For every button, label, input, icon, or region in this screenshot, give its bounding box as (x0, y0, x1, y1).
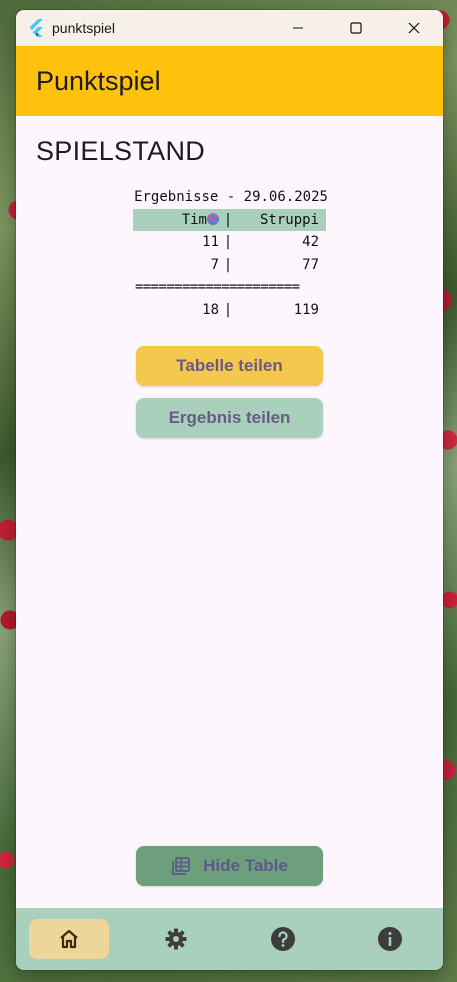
share-table-button[interactable]: Tabelle teilen (136, 346, 323, 386)
table-row: 7 | 77 (133, 254, 336, 277)
maximize-icon (350, 22, 362, 34)
results-date: Ergebnisse - 29.06.2025 (134, 189, 328, 205)
nav-info[interactable] (350, 919, 430, 959)
score-player-1: 7 (210, 256, 219, 273)
score-player-2: 77 (302, 256, 319, 273)
total-separator: ===================== (135, 279, 300, 295)
column-divider: | (223, 301, 233, 318)
main-content: SPIELSTAND Ergebnisse - 29.06.2025 Tim | S… (16, 116, 443, 908)
nav-help[interactable] (243, 919, 323, 959)
column-divider: | (223, 256, 233, 273)
score-player-1: 11 (202, 234, 219, 250)
player-1-name: Tim (181, 211, 207, 228)
nav-settings[interactable] (136, 919, 216, 959)
app-window: punktspiel Punktspiel SPIELSTAND Ergebni… (16, 10, 443, 970)
flutter-logo-icon (29, 19, 43, 37)
share-result-button[interactable]: Ergebnis teilen (136, 398, 323, 438)
total-player-2: 119 (293, 301, 319, 318)
confetti-emoji-icon (207, 212, 219, 225)
minimize-button[interactable] (269, 10, 327, 46)
title-bar: punktspiel (16, 10, 443, 46)
maximize-button[interactable] (327, 10, 385, 46)
page-title: SPIELSTAND (36, 136, 206, 166)
score-table: Ergebnisse - 29.06.2025 Tim | Struppi 11 | 4… (126, 186, 336, 321)
header-player-1: Tim (133, 209, 219, 232)
total-player-1: 18 (202, 301, 219, 318)
totals-row: 18 | 119 (133, 299, 336, 322)
home-icon (60, 929, 79, 949)
app-title: Punktspiel (36, 65, 161, 96)
gear-icon (165, 928, 187, 950)
hide-table-button[interactable]: Hide Table (136, 846, 323, 886)
column-divider: | (223, 211, 233, 228)
hide-table-label: Hide Table (203, 856, 288, 875)
app-bar: Punktspiel (16, 46, 443, 116)
table-header: Tim | Struppi (133, 208, 326, 232)
table-icon (171, 856, 191, 876)
window-controls (269, 10, 443, 46)
column-divider: | (223, 234, 233, 250)
close-button[interactable] (385, 10, 443, 46)
header-player-2: Struppi (259, 211, 319, 228)
nav-home[interactable] (29, 919, 110, 959)
table-row: 11 | 42 (133, 231, 336, 254)
score-player-2: 42 (302, 234, 319, 250)
minimize-icon (293, 27, 303, 29)
info-icon (377, 927, 402, 951)
close-icon (408, 22, 420, 34)
help-icon (270, 927, 295, 951)
window-title: punktspiel (52, 20, 116, 36)
bottom-navigation (16, 908, 443, 970)
